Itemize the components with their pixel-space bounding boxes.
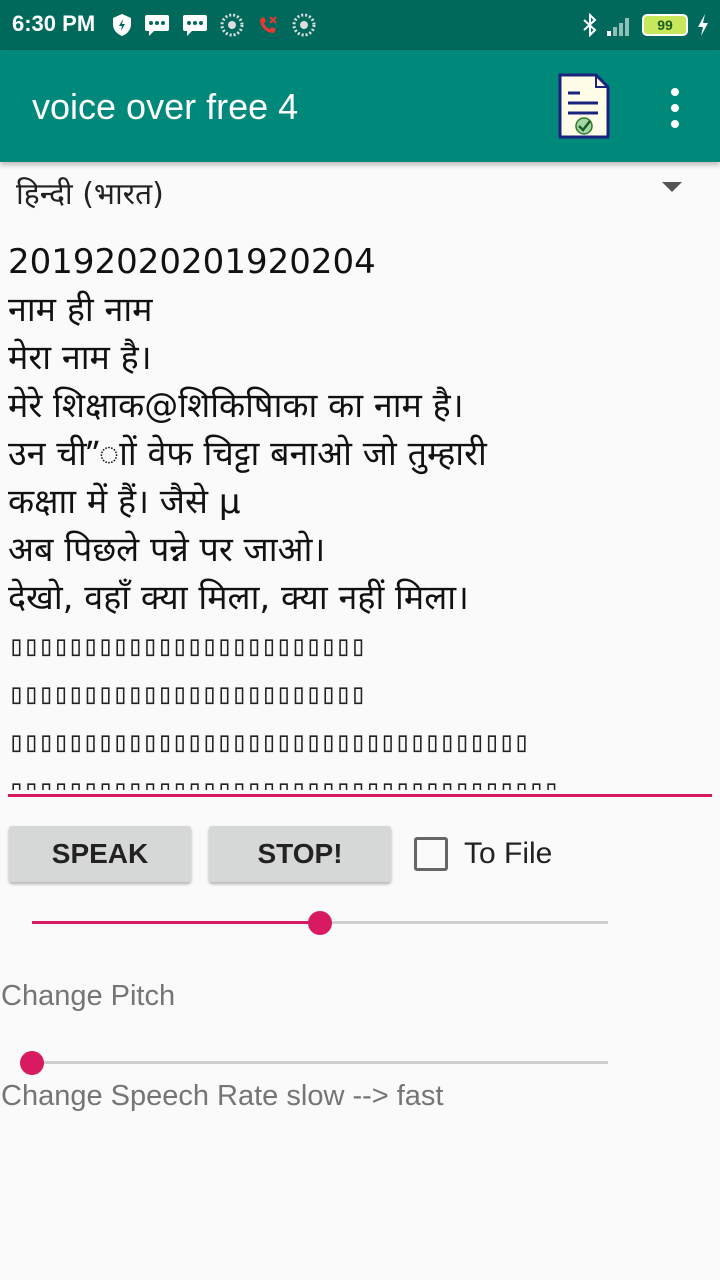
language-selected: हिन्दी (भारत) (16, 177, 164, 212)
dropdown-arrow-icon[interactable] (662, 182, 682, 192)
text-line: देखो, वहाँ क्या मिला, क्या नहीं मिला। (8, 578, 469, 618)
pitch-slider[interactable] (32, 908, 608, 938)
pitch-label: Change Pitch (1, 980, 176, 1012)
message-icon (183, 15, 207, 36)
missed-call-icon (260, 16, 277, 33)
battery-icon: 99 (642, 14, 688, 36)
stop-button[interactable]: STOP! (209, 826, 391, 882)
signal-icon (607, 18, 629, 36)
status-time: 6:30 PM (12, 11, 96, 36)
system-icons: 99 (582, 12, 710, 38)
shield-icon (113, 14, 131, 36)
speech-rate-label: Change Speech Rate slow --> fast (1, 1080, 444, 1112)
slider-track (32, 1061, 608, 1064)
to-file-checkbox[interactable]: To File (414, 834, 552, 874)
slider-thumb[interactable] (308, 911, 332, 935)
text-line: मेरे शिक्षाक@शिकिषिाका का नाम है। (8, 386, 464, 426)
to-file-label: To File (464, 837, 553, 870)
sync-icon (292, 13, 316, 37)
bluetooth-icon (583, 13, 597, 37)
text-line: कक्षाा में हैं। जैसे µ (8, 482, 241, 522)
text-input[interactable]: 20192020201920204 नाम ही नाम मेरा नाम है… (8, 238, 712, 790)
slider-thumb[interactable] (20, 1051, 44, 1075)
charging-icon (698, 14, 708, 36)
text-line: ▯▯▯▯▯▯▯▯▯▯▯▯▯▯▯▯▯▯▯▯▯▯▯▯▯▯▯▯▯▯▯▯▯▯▯ (8, 725, 530, 758)
notification-icons (112, 12, 316, 38)
checkbox-box[interactable] (414, 837, 448, 871)
app-title: voice over free 4 (32, 86, 299, 127)
status-bar: 6:30 PM 99 (0, 0, 720, 50)
speak-button[interactable]: SPEAK (9, 826, 191, 882)
app-bar: voice over free 4 (0, 50, 720, 162)
slider-fill (32, 921, 320, 924)
text-line: उन ची”ाों वेफ चिट्टा बनाओ जो तुम्हारी (8, 434, 487, 474)
sync-icon (220, 13, 244, 37)
text-line: 20192020201920204 (8, 242, 376, 282)
more-vert-icon[interactable] (665, 88, 685, 128)
text-line: अब पिछले पन्ने पर जाओ। (8, 530, 326, 570)
speech-rate-slider[interactable] (20, 1048, 608, 1078)
text-line: ▯▯▯▯▯▯▯▯▯▯▯▯▯▯▯▯▯▯▯▯▯▯▯▯ (8, 629, 367, 662)
message-icon (145, 15, 169, 36)
document-check-icon[interactable] (558, 73, 610, 139)
text-line: ▯▯▯▯▯▯▯▯▯▯▯▯▯▯▯▯▯▯▯▯▯▯▯▯▯▯▯▯▯▯▯▯▯▯▯▯▯ (8, 773, 560, 790)
text-line: ▯▯▯▯▯▯▯▯▯▯▯▯▯▯▯▯▯▯▯▯▯▯▯▯ (8, 677, 367, 710)
language-spinner[interactable]: हिन्दी (भारत) (0, 164, 720, 220)
text-line: नाम ही नाम (8, 290, 153, 330)
text-line: मेरा नाम है। (8, 338, 152, 378)
text-input-underline (8, 794, 712, 797)
